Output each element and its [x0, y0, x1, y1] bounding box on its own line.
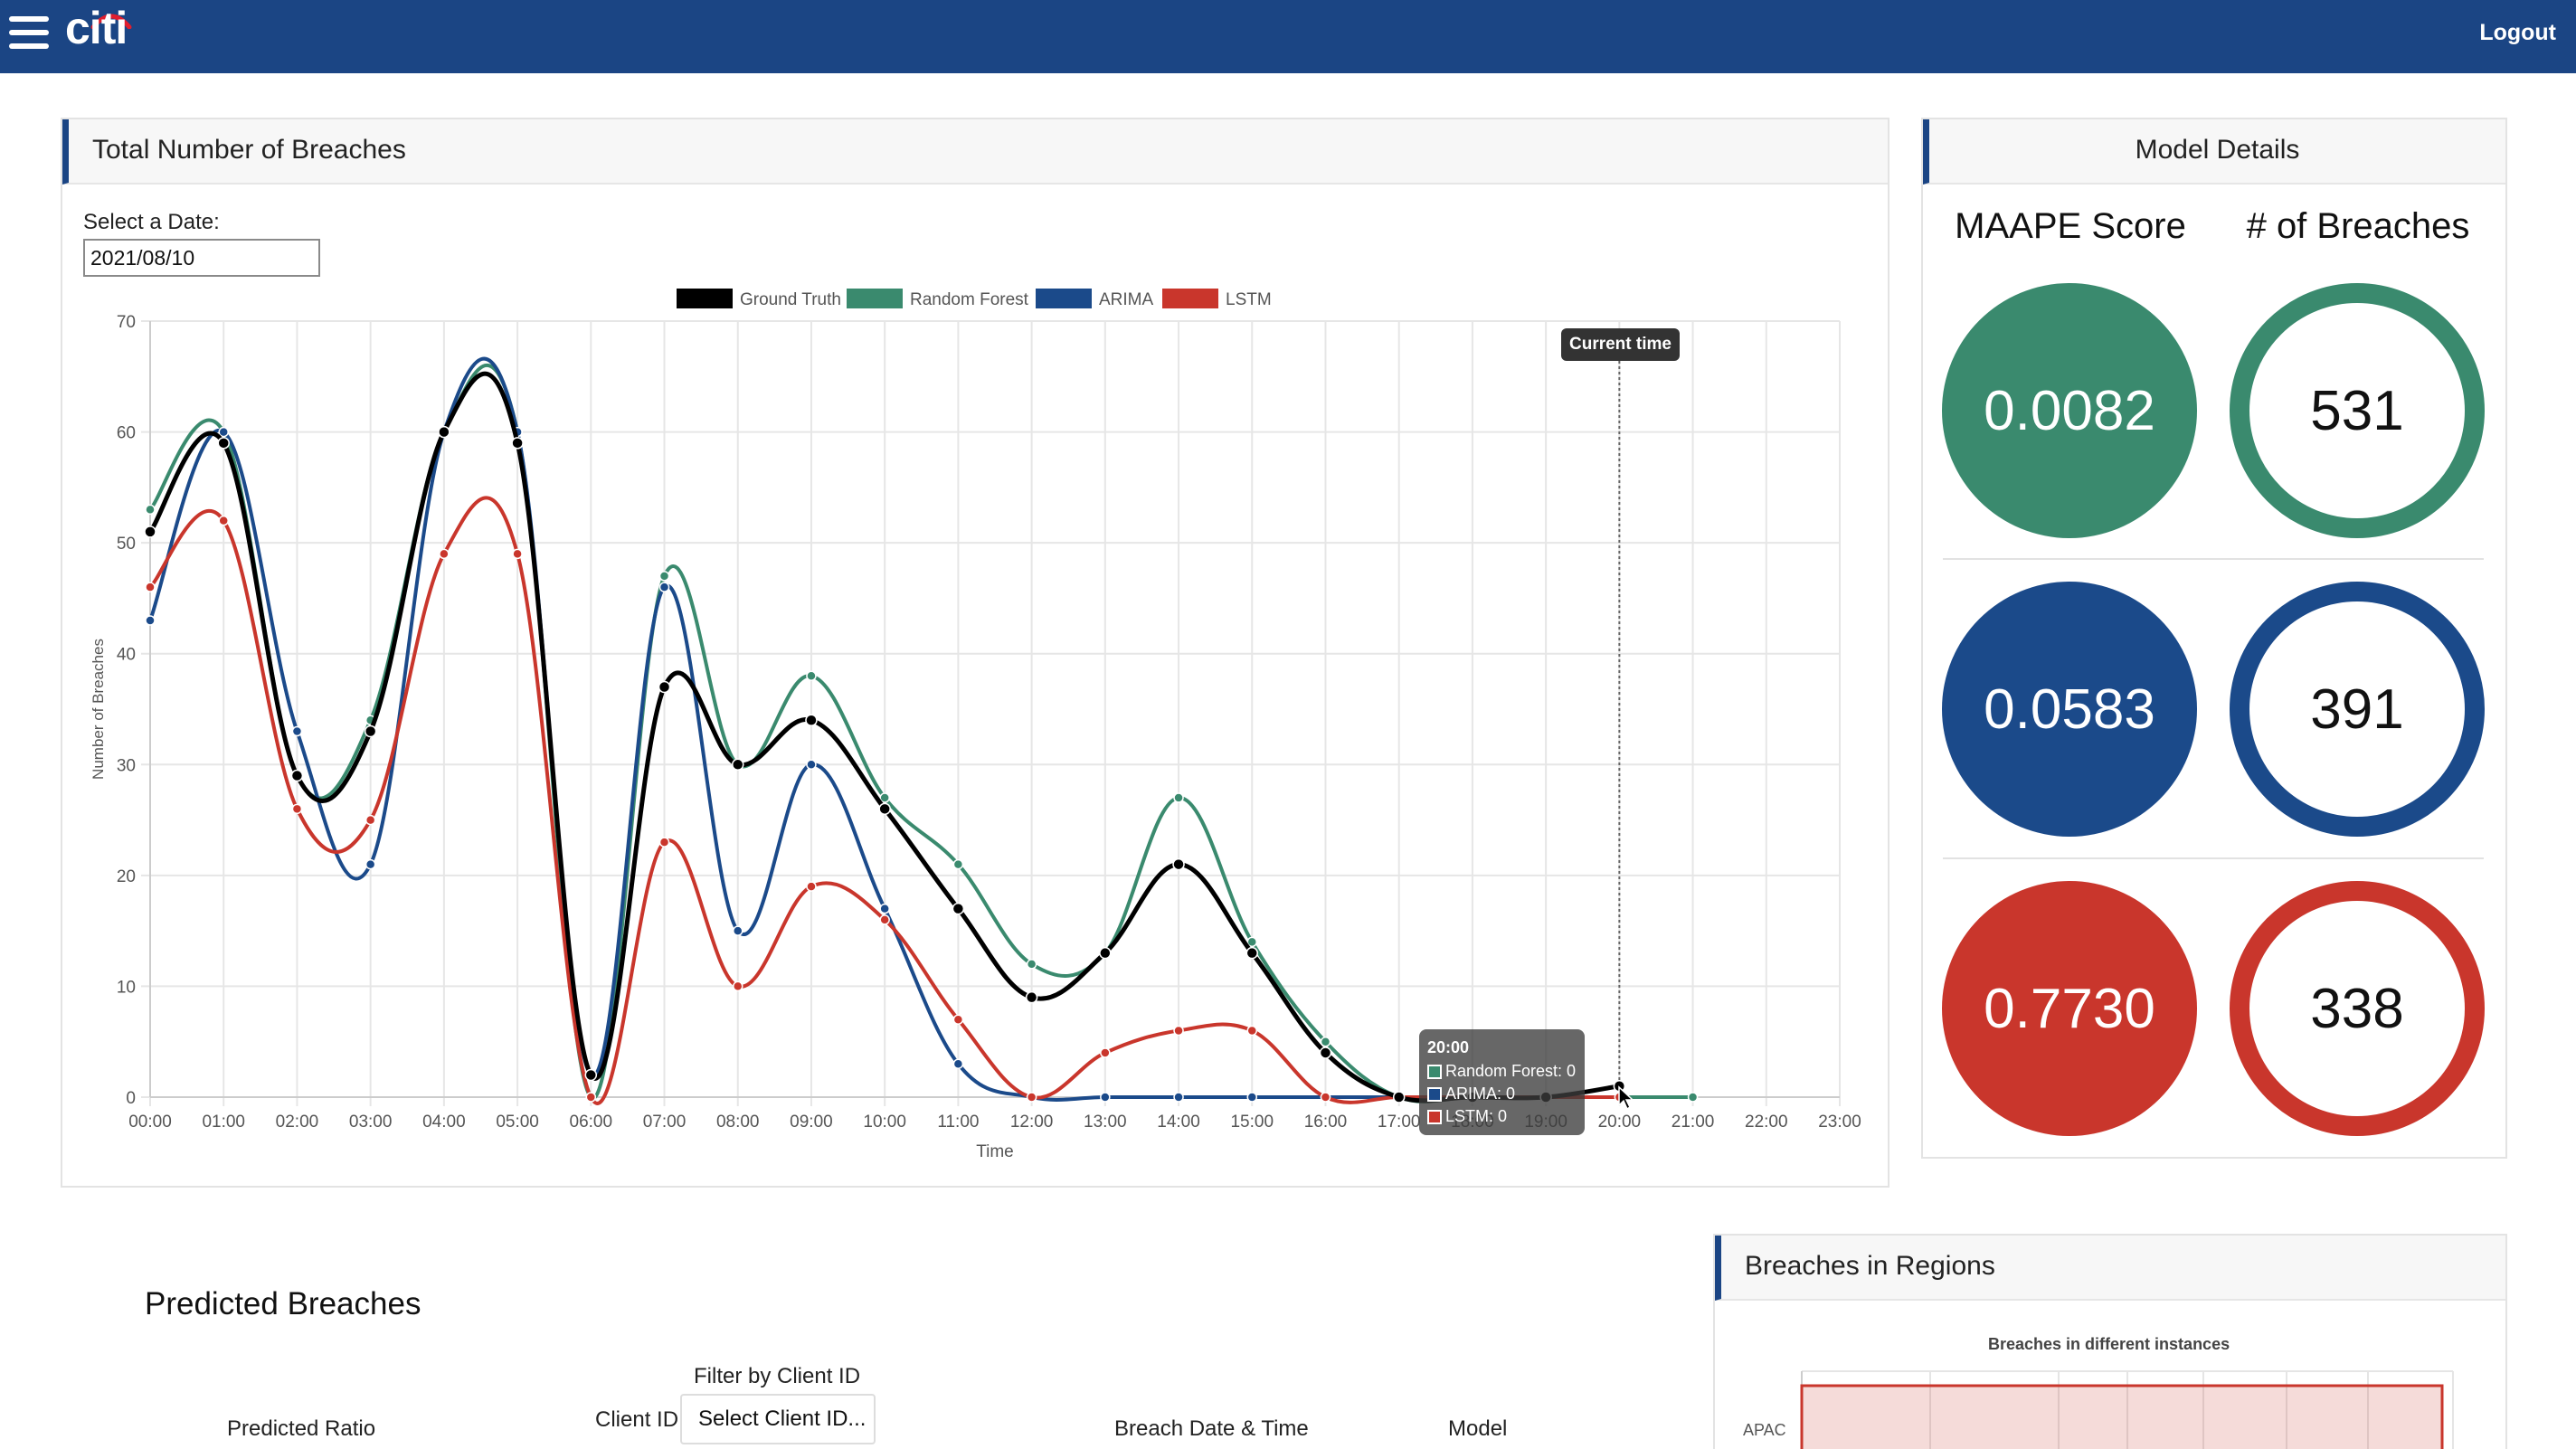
row-divider	[1943, 558, 2484, 560]
card-header: Model Details	[1923, 119, 2505, 185]
breaches-count-circle: 391	[2230, 582, 2485, 837]
mouse-cursor-icon	[1618, 1085, 1634, 1111]
maape-score-circle: 0.0082	[1942, 283, 2197, 538]
logout-link[interactable]: Logout	[2479, 20, 2556, 46]
breaches-count-circle: 338	[2230, 881, 2485, 1136]
date-input[interactable]	[83, 239, 320, 277]
tooltip-row: ARIMA: 0	[1427, 1084, 1515, 1103]
column-header-model[interactable]: Model	[1448, 1416, 1507, 1442]
client-id-select[interactable]: Select Client ID...	[680, 1394, 876, 1444]
regions-category-label: APAC	[1743, 1421, 1786, 1439]
tooltip-row-label: ARIMA: 0	[1445, 1084, 1516, 1103]
row-divider	[1943, 857, 2484, 859]
bar-apac	[1800, 1384, 2444, 1449]
breaches-count-header: # of Breaches	[2246, 206, 2470, 246]
filter-label: Filter by Client ID	[694, 1364, 861, 1388]
card-title: Total Number of Breaches	[92, 135, 406, 165]
column-header-breach-datetime[interactable]: Breach Date & Time	[1114, 1416, 1309, 1442]
regions-bar-chart	[1800, 1370, 2454, 1449]
chart-tooltip: 20:00 Random Forest: 0 ARIMA: 0 LSTM: 0	[1419, 1029, 1585, 1135]
card-title: Breaches in Regions	[1745, 1251, 1995, 1281]
tooltip-row-label: LSTM: 0	[1445, 1107, 1508, 1125]
predicted-breaches-title: Predicted Breaches	[145, 1286, 421, 1321]
card-title: Model Details	[2135, 135, 2300, 165]
column-header-predicted-ratio[interactable]: Predicted Ratio	[227, 1416, 375, 1442]
tooltip-title: 20:00	[1427, 1038, 1470, 1056]
client-id-label: Client ID	[595, 1407, 679, 1432]
citi-logo[interactable]: citi	[65, 2, 128, 65]
maape-score-circle: 0.7730	[1942, 881, 2197, 1136]
maape-score-circle: 0.0583	[1942, 582, 2197, 837]
tooltip-row: Random Forest: 0	[1427, 1062, 1576, 1081]
date-label: Select a Date:	[83, 210, 220, 234]
top-navbar: citi Logout	[0, 0, 2576, 73]
card-header: Breaches in Regions	[1715, 1236, 2505, 1301]
card-header: Total Number of Breaches	[62, 119, 1888, 185]
current-time-label: Current time	[1561, 328, 1680, 361]
tooltip-row: LSTM: 0	[1427, 1107, 1507, 1126]
breaches-count-circle: 531	[2230, 283, 2485, 538]
menu-icon[interactable]	[9, 16, 51, 51]
maape-header: MAAPE Score	[1955, 206, 2186, 246]
breaches-chart-card: Total Number of Breaches	[61, 118, 1889, 1188]
tooltip-row-label: Random Forest: 0	[1445, 1062, 1577, 1080]
